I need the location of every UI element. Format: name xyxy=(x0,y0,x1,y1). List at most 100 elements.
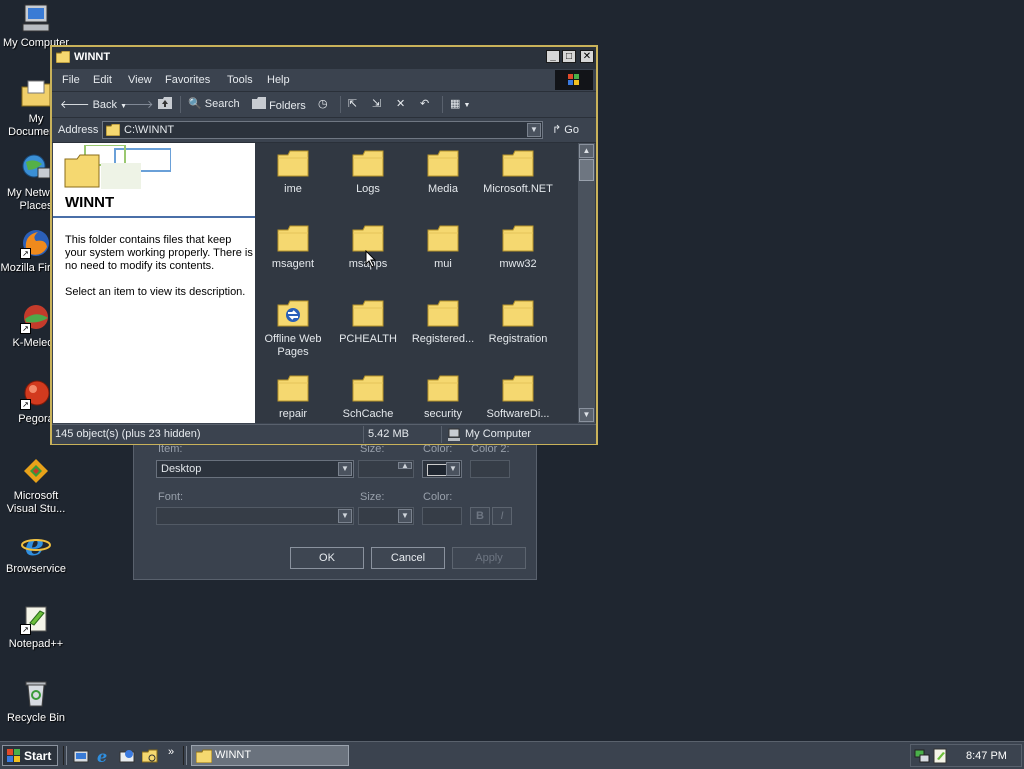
go-button[interactable]: ↱ Go xyxy=(552,123,579,136)
mouse-pointer-icon xyxy=(365,250,377,268)
appearance-dialog: Item: Desktop ▼ Size: ▲ Color: ▼ Color 2… xyxy=(133,440,537,580)
svg-text:e: e xyxy=(97,748,107,764)
views-icon: ▦ xyxy=(450,98,461,110)
menu-help[interactable]: Help xyxy=(267,74,290,86)
info-title: WINNT xyxy=(65,194,115,211)
folder-item[interactable]: Media xyxy=(407,149,479,196)
folder-item[interactable]: Registration xyxy=(482,299,554,346)
forward-arrow-icon: 🡒 xyxy=(124,99,154,111)
delete-button[interactable]: ✕ xyxy=(396,97,405,110)
toolbar-separator xyxy=(442,96,443,113)
desktop-icon-my-computer[interactable]: My Computer xyxy=(0,2,72,50)
ok-button[interactable]: OK xyxy=(290,547,364,569)
desktop-icon-visual-studio[interactable]: Microsoft Visual Stu... xyxy=(0,455,72,516)
taskbar-item-winnt[interactable]: WINNT xyxy=(191,745,349,766)
folder-item[interactable]: repair xyxy=(257,374,329,421)
menu-view[interactable]: View xyxy=(128,74,152,86)
chevron-down-icon: ▼ xyxy=(463,102,471,109)
color2-picker[interactable] xyxy=(470,460,510,478)
folder-icon xyxy=(105,123,121,139)
kmeleon-icon: ↗ xyxy=(20,302,52,334)
desktop-icon-notepadpp[interactable]: ↗ Notepad++ xyxy=(0,603,72,651)
chevron-down-icon[interactable]: ▼ xyxy=(398,509,412,523)
folder-item[interactable]: SoftwareDi... xyxy=(482,374,554,421)
apply-button[interactable]: Apply xyxy=(452,547,526,569)
close-icon[interactable]: ✕ xyxy=(580,50,594,63)
chevron-down-icon[interactable]: ▼ xyxy=(527,123,541,137)
italic-button[interactable]: I xyxy=(492,507,512,525)
folder-banner-icon xyxy=(64,145,171,189)
folder-item[interactable]: Offline Web Pages xyxy=(257,299,329,359)
start-button[interactable]: Start xyxy=(2,745,58,766)
font-size-select[interactable]: ▼ xyxy=(358,507,414,525)
notepadpp-tray-icon[interactable] xyxy=(932,748,948,767)
font-select[interactable]: ▼ xyxy=(156,507,354,525)
show-desktop-icon[interactable] xyxy=(73,748,89,767)
cancel-button[interactable]: Cancel xyxy=(371,547,445,569)
folder-item[interactable]: mww32 xyxy=(482,224,554,271)
folders-button[interactable]: Folders xyxy=(252,97,306,112)
copy-to-button[interactable]: ⇲ xyxy=(372,97,381,110)
item-select[interactable]: Desktop ▼ xyxy=(156,460,354,478)
folder-item[interactable]: Logs xyxy=(332,149,404,196)
folder-icon xyxy=(427,374,459,402)
folder-item[interactable]: msagent xyxy=(257,224,329,271)
size-stepper[interactable]: ▲ xyxy=(358,460,414,478)
menu-favorites[interactable]: Favorites xyxy=(165,74,210,86)
folder-item[interactable]: Registered... xyxy=(407,299,479,346)
address-input[interactable]: C:\WINNT ▼ xyxy=(102,121,543,139)
views-button[interactable]: ▦ ▼ xyxy=(450,97,470,110)
clock[interactable]: 8:47 PM xyxy=(966,750,1007,762)
color-picker[interactable]: ▼ xyxy=(422,460,462,478)
folder-item[interactable]: mui xyxy=(407,224,479,271)
chevron-down-icon[interactable]: ▼ xyxy=(338,509,352,523)
menu-bar: File Edit View Favorites Tools Help xyxy=(52,69,596,92)
address-value: C:\WINNT xyxy=(124,124,175,136)
back-button[interactable]: 🡐 Back ▼ xyxy=(60,97,127,111)
search-button[interactable]: 🔍 Search xyxy=(188,97,240,110)
outlook-express-icon[interactable] xyxy=(119,748,135,767)
notepadpp-icon: ↗ xyxy=(20,603,52,635)
desktop-icon-browservice[interactable]: e Browservice xyxy=(0,528,72,576)
folder-icon xyxy=(502,299,534,327)
windows-logo-icon xyxy=(7,749,21,766)
toolbar-separator xyxy=(340,96,341,113)
folder-icon xyxy=(502,149,534,177)
folder-item[interactable]: ime xyxy=(257,149,329,196)
chevron-down-icon[interactable]: ▼ xyxy=(446,462,460,476)
history-icon: ◷ xyxy=(318,98,328,110)
up-folder-button[interactable] xyxy=(158,97,172,112)
quicklaunch-grip[interactable] xyxy=(63,746,67,765)
taskbar-grip[interactable] xyxy=(183,746,187,765)
explorer-icon[interactable] xyxy=(141,748,158,767)
folder-icon xyxy=(277,149,309,177)
bold-button[interactable]: B xyxy=(470,507,490,525)
move-to-button[interactable]: ⇱ xyxy=(348,97,357,110)
undo-button[interactable]: ↶ xyxy=(420,97,429,110)
content-area: WINNT This folder contains files that ke… xyxy=(53,143,596,423)
desktop-icon-recycle-bin[interactable]: Recycle Bin xyxy=(0,677,72,725)
folder-item[interactable]: PCHEALTH xyxy=(332,299,404,346)
scroll-up-icon[interactable]: ▲ xyxy=(579,144,594,158)
folder-icon xyxy=(427,149,459,177)
chevron-down-icon[interactable]: ▼ xyxy=(338,462,352,476)
network-tray-icon[interactable] xyxy=(914,748,930,767)
scroll-down-icon[interactable]: ▼ xyxy=(579,408,594,422)
folder-item[interactable]: SchCache xyxy=(332,374,404,421)
menu-file[interactable]: File xyxy=(62,74,80,86)
browservice-icon[interactable]: e xyxy=(96,747,112,767)
folder-item[interactable]: security xyxy=(407,374,479,421)
menu-tools[interactable]: Tools xyxy=(227,74,253,86)
folder-item[interactable]: Microsoft.NET xyxy=(482,149,554,196)
menu-edit[interactable]: Edit xyxy=(93,74,112,86)
spin-up-icon[interactable]: ▲ xyxy=(398,462,412,470)
maximize-icon[interactable]: □ xyxy=(562,50,576,63)
vertical-scrollbar[interactable]: ▲ ▼ xyxy=(578,143,595,423)
minimize-icon[interactable]: _ xyxy=(546,50,560,63)
font-color-picker[interactable] xyxy=(422,507,462,525)
history-button[interactable]: ◷ xyxy=(318,97,328,110)
scroll-thumb[interactable] xyxy=(579,159,594,181)
title-bar[interactable]: WINNT _ □ ✕ xyxy=(52,47,596,69)
quicklaunch-more-icon[interactable]: » xyxy=(168,746,174,758)
address-bar: Address C:\WINNT ▼ ↱ Go xyxy=(52,118,596,143)
